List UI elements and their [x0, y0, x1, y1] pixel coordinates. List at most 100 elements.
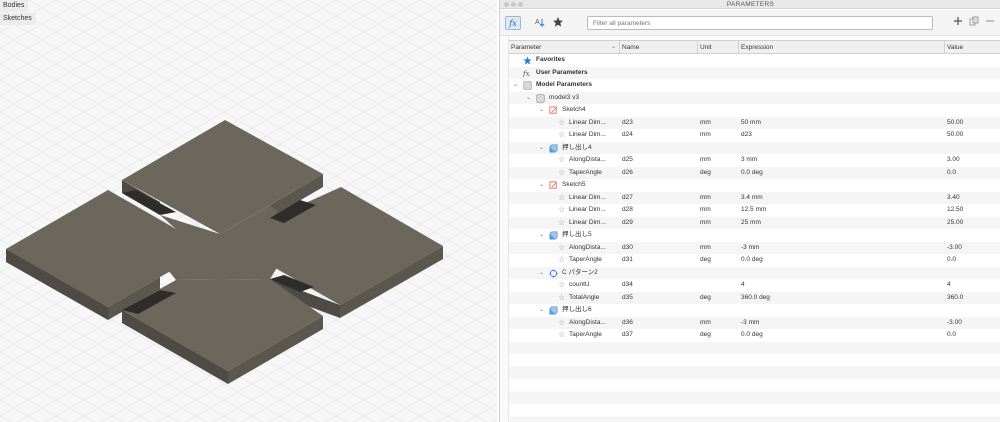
parameter-name[interactable]: d29: [622, 217, 696, 230]
chevron-down-icon[interactable]: ⌄: [526, 92, 531, 105]
favorite-star-icon[interactable]: ☆: [558, 217, 565, 230]
app-root: Bodies Sketches PARAMETERS fx A Filter a…: [0, 0, 1000, 422]
column-header-expression[interactable]: Expression: [739, 41, 945, 54]
parameter-name[interactable]: d30: [622, 242, 696, 255]
minus-icon[interactable]: [984, 16, 996, 30]
feature-row[interactable]: ⌄ Sketch4: [509, 104, 1000, 117]
feature-row[interactable]: ⌄ 押し出し4: [509, 141, 1000, 155]
chevron-down-icon[interactable]: ⌄: [539, 179, 544, 192]
parameter-row[interactable]: ☆ countU d34 4 4: [509, 279, 1000, 292]
column-header-name[interactable]: Name: [620, 41, 698, 54]
parameter-label: Linear Dim...: [569, 218, 606, 226]
favorite-star-icon[interactable]: ☆: [558, 129, 565, 142]
parameter-row[interactable]: ☆ AlongDista... d36 mm -3 mm -3.00: [509, 316, 1000, 330]
parameter-row[interactable]: ☆ TotalAngle d35 deg 360.0 deg 360.0: [509, 291, 1000, 305]
group-row[interactable]: Favorites: [509, 54, 1000, 67]
parameter-name[interactable]: d27: [622, 192, 696, 205]
group-row[interactable]: fx User Parameters: [509, 66, 1000, 79]
parameter-value: 0.0: [947, 168, 957, 176]
pattern-icon: [549, 268, 558, 278]
sketch-icon: [549, 106, 558, 115]
sort-alpha-icon[interactable]: A: [533, 16, 547, 30]
parameter-label: AlongDista...: [569, 318, 606, 326]
chevron-down-icon[interactable]: ⌄: [539, 304, 544, 317]
parameter-name[interactable]: d28: [622, 204, 696, 217]
plus-icon[interactable]: [952, 16, 964, 30]
browser-item-sketches[interactable]: Sketches: [0, 13, 36, 25]
extrude-icon: [549, 306, 558, 315]
parameter-row[interactable]: ☆ TaperAngle d37 deg 0.0 deg 0.0: [509, 329, 1000, 342]
parameter-expression[interactable]: d23: [741, 129, 941, 142]
favorite-star-icon[interactable]: ☆: [558, 117, 565, 130]
parameter-row[interactable]: ☆ Linear Dim... d24 mm d23 50.00: [509, 129, 1000, 142]
parameter-expression[interactable]: 4: [741, 279, 941, 292]
column-header-value[interactable]: Value: [945, 41, 1000, 54]
parameter-expression[interactable]: 25 mm: [741, 217, 941, 230]
favorite-star-icon[interactable]: ☆: [558, 317, 565, 330]
parameter-row[interactable]: ☆ Linear Dim... d28 mm 12.5 mm 12.50: [509, 204, 1000, 217]
parameter-name[interactable]: d34: [622, 279, 696, 292]
chevron-down-icon[interactable]: ⌄: [539, 267, 544, 280]
parameter-row[interactable]: ☆ Linear Dim... d29 mm 25 mm 25.00: [509, 216, 1000, 230]
parameter-expression[interactable]: 360.0 deg: [741, 292, 941, 305]
parameter-expression[interactable]: 3 mm: [741, 154, 941, 167]
feature-row[interactable]: ⌄ model3 v3: [509, 91, 1000, 105]
column-header-parameter[interactable]: Parameter ⌄: [509, 41, 620, 54]
left-gutter: [500, 36, 509, 422]
favorite-star-icon[interactable]: ☆: [558, 279, 565, 292]
parameter-expression[interactable]: 3.4 mm: [741, 192, 941, 205]
fx-icon[interactable]: fx: [505, 16, 521, 30]
chevron-down-icon[interactable]: ⌄: [539, 229, 544, 242]
feature-row[interactable]: ⌄ Sketch5: [509, 179, 1000, 192]
parameter-expression[interactable]: 0.0 deg: [741, 254, 941, 267]
parameter-name[interactable]: d26: [622, 167, 696, 180]
parameter-expression[interactable]: 0.0 deg: [741, 329, 941, 342]
parameter-name[interactable]: d31: [622, 254, 696, 267]
favorite-star-icon[interactable]: ☆: [558, 329, 565, 342]
parameter-row[interactable]: ☆ TaperAngle d26 deg 0.0 deg 0.0: [509, 166, 1000, 180]
browser-item-bodies[interactable]: Bodies: [0, 0, 28, 12]
favorite-star-icon[interactable]: ☆: [558, 242, 565, 255]
favorite-star-icon[interactable]: ☆: [558, 192, 565, 205]
parameter-expression[interactable]: 50 mm: [741, 117, 941, 130]
feature-row[interactable]: ⌄ 押し出し6: [509, 304, 1000, 317]
favorite-star-icon[interactable]: ☆: [558, 292, 565, 305]
parameter-name[interactable]: d24: [622, 129, 696, 142]
parameter-name[interactable]: d37: [622, 329, 696, 342]
parameter-label: AlongDista...: [569, 243, 606, 251]
group-row[interactable]: ⌄ Model Parameters: [509, 79, 1000, 92]
chevron-down-icon[interactable]: ⌄: [539, 104, 544, 117]
parameter-name[interactable]: d36: [622, 317, 696, 330]
favorite-star-icon[interactable]: ☆: [558, 167, 565, 180]
parameter-row[interactable]: ☆ TaperAngle d31 deg 0.0 deg 0.0: [509, 254, 1000, 267]
copy-icon[interactable]: [968, 16, 980, 30]
column-header-unit[interactable]: Unit: [698, 41, 739, 54]
component-icon: [536, 94, 545, 103]
node-label: 押し出し5: [562, 231, 592, 238]
parameter-name[interactable]: d23: [622, 117, 696, 130]
parameter-label: Linear Dim...: [569, 206, 606, 213]
favorite-star-icon[interactable]: ☆: [558, 204, 565, 217]
parameter-name[interactable]: d35: [622, 292, 696, 305]
parameter-row[interactable]: ☆ AlongDista... d30 mm -3 mm -3.00: [509, 241, 1000, 255]
feature-row[interactable]: ⌄ C パターン2: [509, 266, 1000, 280]
parameter-expression[interactable]: 0.0 deg: [741, 167, 941, 180]
parameter-expression[interactable]: -3 mm: [741, 242, 941, 255]
parameter-expression[interactable]: -3 mm: [741, 317, 941, 330]
parameter-row[interactable]: ☆ Linear Dim... d27 mm 3.4 mm 3.40: [509, 191, 1000, 205]
filter-search-input[interactable]: [587, 16, 933, 30]
parameter-row[interactable]: ☆ AlongDista... d25 mm 3 mm 3.00: [509, 154, 1000, 167]
parameter-label: TotalAngle: [569, 293, 600, 301]
favorite-star-icon[interactable]: ☆: [558, 254, 565, 267]
parameter-expression[interactable]: 12.5 mm: [741, 204, 941, 217]
node-label: model3 v3: [549, 93, 579, 101]
3d-viewport[interactable]: Bodies Sketches: [0, 0, 497, 422]
chevron-down-icon[interactable]: ⌄: [513, 79, 518, 92]
parameter-row[interactable]: ☆ Linear Dim... d23 mm 50 mm 50.00: [509, 116, 1000, 130]
favorites-star-icon[interactable]: [551, 16, 565, 30]
feature-row[interactable]: ⌄ 押し出し5: [509, 229, 1000, 242]
favorite-star-icon[interactable]: ☆: [558, 154, 565, 167]
chevron-down-icon[interactable]: ⌄: [539, 142, 544, 155]
parameter-name[interactable]: d25: [622, 154, 696, 167]
node-label: Sketch5: [562, 181, 586, 188]
